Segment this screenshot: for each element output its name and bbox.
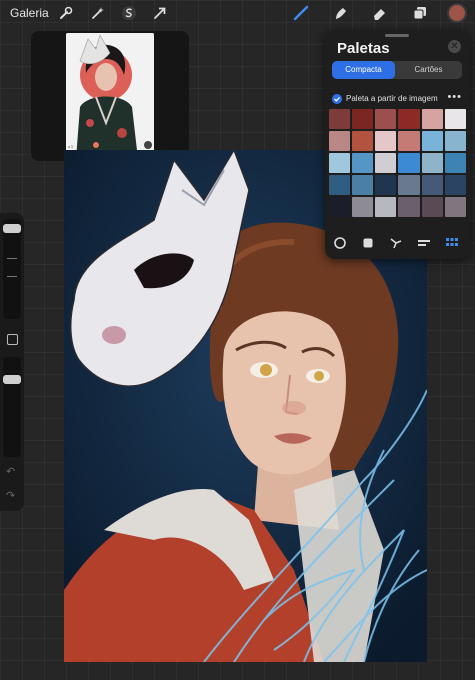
color-swatch[interactable]	[421, 109, 443, 129]
color-swatch[interactable]	[421, 131, 443, 151]
color-swatch[interactable]	[329, 109, 351, 129]
panel-grabber[interactable]	[385, 34, 409, 37]
reference-window[interactable]: a 3 ɪ ʀ ʀ ᴀ ɢɢɪᴇᴍᴇɴ ɪ ᴍ	[31, 31, 189, 161]
list-view-icon[interactable]	[417, 236, 431, 250]
selection-s-icon[interactable]	[121, 5, 137, 21]
checkmark-icon	[332, 94, 342, 104]
transform-arrow-icon[interactable]	[152, 5, 168, 21]
opacity-knob[interactable]	[3, 375, 21, 384]
color-swatch[interactable]	[329, 153, 351, 173]
color-swatch[interactable]	[375, 197, 397, 217]
color-swatch[interactable]	[444, 197, 466, 217]
color-swatch[interactable]	[398, 109, 420, 129]
palette-name: Paleta a partir de imagem	[346, 94, 438, 103]
brush-icon[interactable]	[293, 5, 309, 21]
reference-caption: a 3	[68, 145, 73, 149]
palette-view-bar	[325, 234, 470, 252]
size-tick	[7, 276, 17, 277]
top-toolbar: Galeria	[0, 0, 475, 28]
tab-compacta[interactable]: Compacta	[332, 61, 395, 79]
reference-image	[66, 33, 154, 159]
tab-cartoes[interactable]: Cartões	[395, 61, 462, 79]
color-swatch[interactable]	[398, 175, 420, 195]
undo-button[interactable]: ↶	[6, 465, 15, 478]
grid-view-icon[interactable]	[445, 236, 459, 250]
color-swatch[interactable]	[444, 175, 466, 195]
color-swatch[interactable]	[352, 197, 374, 217]
palette-header[interactable]: Paleta a partir de imagem •••	[332, 91, 462, 106]
palette-view-tabs: Compacta Cartões	[332, 61, 462, 79]
size-tick	[7, 258, 17, 259]
color-swatch[interactable]	[329, 197, 351, 217]
color-swatch[interactable]	[329, 175, 351, 195]
modify-button[interactable]	[7, 334, 18, 345]
left-sidebar: ↶ ↷	[0, 213, 24, 511]
circle-view-icon[interactable]	[333, 236, 347, 250]
layers-icon[interactable]	[412, 5, 428, 21]
color-swatch[interactable]	[352, 131, 374, 151]
color-swatch[interactable]	[421, 197, 443, 217]
color-swatch[interactable]	[421, 153, 443, 173]
color-swatch[interactable]	[444, 153, 466, 173]
color-swatch[interactable]	[329, 131, 351, 151]
color-swatch[interactable]	[398, 131, 420, 151]
gallery-button[interactable]: Galeria	[10, 6, 49, 20]
color-swatch[interactable]	[375, 175, 397, 195]
brush-size-slider[interactable]	[3, 219, 21, 319]
color-swatch[interactable]	[352, 175, 374, 195]
redo-button[interactable]: ↷	[6, 489, 15, 502]
close-icon[interactable]: ✕	[448, 40, 461, 53]
split-view-icon[interactable]	[389, 236, 403, 250]
opacity-slider[interactable]	[3, 357, 21, 457]
wrench-icon[interactable]	[58, 5, 74, 21]
color-swatch[interactable]	[398, 153, 420, 173]
color-swatch[interactable]	[375, 131, 397, 151]
color-swatch[interactable]	[444, 109, 466, 129]
eraser-icon[interactable]	[372, 5, 388, 21]
color-swatch[interactable]	[352, 153, 374, 173]
more-options-icon[interactable]: •••	[447, 91, 462, 103]
magic-wand-icon[interactable]	[90, 5, 106, 21]
reference-photo: a 3 ɪ ʀ ʀ ᴀ ɢɢɪᴇᴍᴇɴ ɪ ᴍ	[66, 33, 154, 159]
swatch-grid	[329, 109, 466, 217]
color-swatch[interactable]	[375, 153, 397, 173]
brush-size-knob[interactable]	[3, 224, 21, 233]
color-swatch[interactable]	[352, 109, 374, 129]
smudge-icon[interactable]	[333, 5, 349, 21]
color-swatch[interactable]	[375, 109, 397, 129]
color-swatch[interactable]	[444, 131, 466, 151]
color-picker-button[interactable]	[449, 5, 465, 21]
square-view-icon[interactable]	[361, 236, 375, 250]
palettes-panel: Paletas ✕ Compacta Cartões Paleta a part…	[325, 30, 470, 259]
color-swatch[interactable]	[421, 175, 443, 195]
color-swatch[interactable]	[398, 197, 420, 217]
palettes-title: Paletas	[337, 40, 390, 57]
